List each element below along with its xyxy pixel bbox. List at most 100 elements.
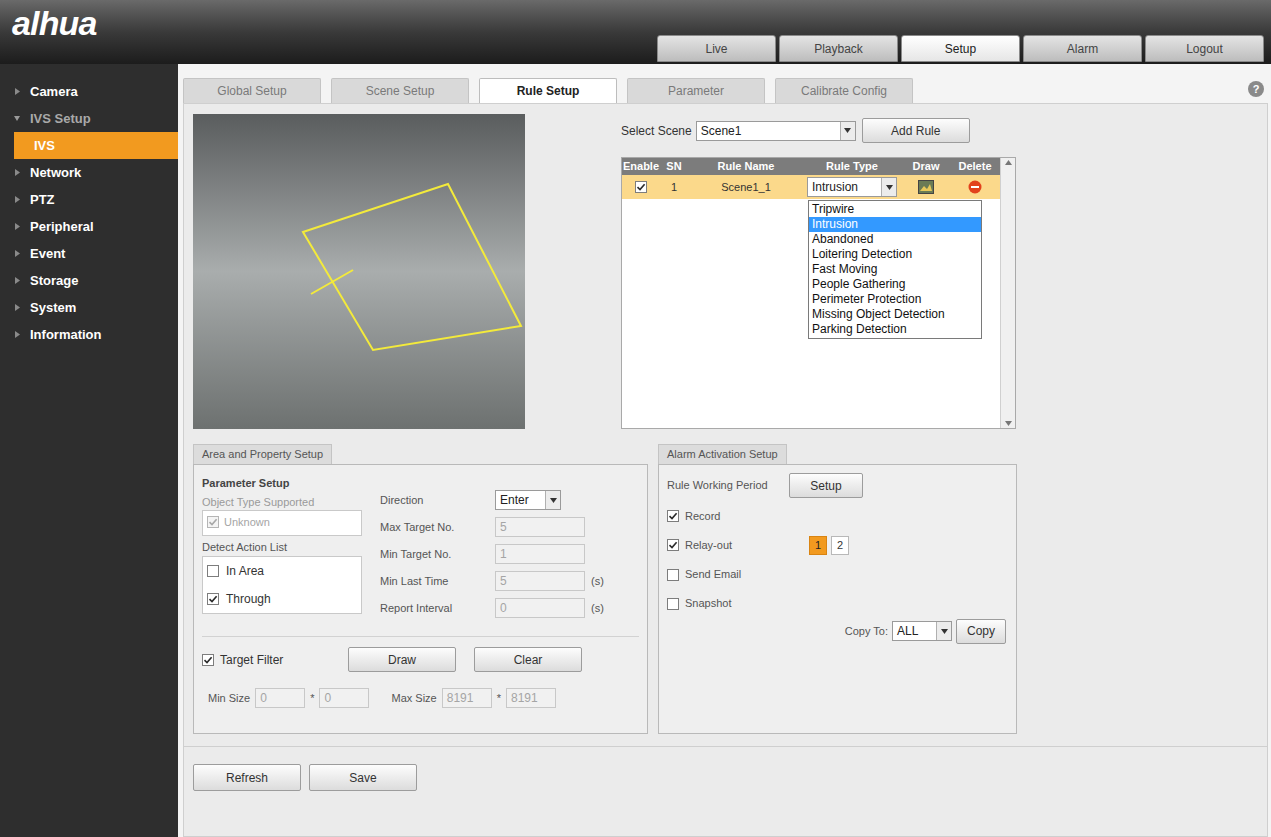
scene-row: Select SceneScene1Add Rule	[621, 117, 1016, 144]
table-row[interactable]: 1Scene1_1Intrusion	[622, 175, 1000, 199]
size-height-input: 8191	[506, 688, 556, 708]
alarm-option[interactable]: Record	[667, 507, 1008, 525]
param-field: Max Target No.5	[380, 517, 604, 537]
collapsed-icon	[14, 223, 24, 230]
direction-select[interactable]: Enter	[495, 490, 561, 510]
nav-tab[interactable]: Logout	[1145, 35, 1264, 62]
scroll-down-icon[interactable]	[1005, 421, 1012, 426]
target-filter[interactable]: Target Filter	[202, 651, 348, 669]
scene-select[interactable]: Scene1	[696, 121, 856, 141]
dropdown-arrow-icon	[881, 178, 896, 196]
add-rule-button[interactable]: Add Rule	[862, 118, 970, 143]
nav-tab[interactable]: Alarm	[1023, 35, 1142, 62]
scroll-up-icon[interactable]	[1005, 160, 1012, 165]
header: alhuaLivePlaybackSetupAlarmLogout	[0, 0, 1271, 64]
sub-tab[interactable]: Parameter	[627, 78, 765, 103]
sub-tabs: Global Setup Scene Setup Rule Setup Paramet…	[183, 78, 913, 103]
check-icon	[203, 655, 213, 665]
dropdown-arrow-icon	[936, 622, 951, 640]
nav-tab[interactable]: Setup	[901, 35, 1020, 62]
check-icon	[668, 511, 678, 521]
menu-option[interactable]: Perimeter Protection	[809, 292, 981, 307]
checkbox[interactable]	[635, 181, 647, 193]
nav-tab[interactable]: Playback	[779, 35, 898, 62]
sub-tab[interactable]: Global Setup	[183, 78, 321, 103]
scrollbar[interactable]	[1000, 158, 1015, 428]
relay-button[interactable]: 1	[809, 536, 827, 555]
menu-option[interactable]: Abandoned	[809, 232, 981, 247]
copy-button[interactable]: Copy	[956, 619, 1006, 644]
alarm-option[interactable]: Relay-out12	[667, 536, 1008, 555]
sidebar-item[interactable]: PTZ	[0, 186, 178, 213]
param-input: 1	[495, 544, 585, 564]
panel-tab: Alarm Activation Setup	[658, 444, 787, 464]
sidebar-item[interactable]: IVS Setup	[0, 105, 178, 132]
help-icon[interactable]: ?	[1248, 81, 1264, 97]
rule-type-select[interactable]: Intrusion	[807, 177, 897, 197]
rule-table: EnableSNRule NameRule TypeDrawDelete1Sce…	[621, 157, 1016, 429]
collapsed-icon	[14, 250, 24, 257]
relay-button[interactable]: 2	[831, 536, 849, 555]
action-option[interactable]: Through	[207, 590, 357, 608]
size-height-input: 0	[319, 688, 369, 708]
panel-tab: Area and Property Setup	[193, 444, 332, 464]
sidebar-item[interactable]: Camera	[0, 78, 178, 105]
action-option[interactable]: In Area	[207, 562, 357, 580]
copy-to-select[interactable]: ALL	[892, 621, 952, 641]
checkbox[interactable]	[667, 510, 679, 522]
footer: Refresh Save	[184, 746, 1267, 791]
sidebar-item[interactable]: System	[0, 294, 178, 321]
param-input: 0	[495, 598, 585, 618]
dropdown-arrow-icon	[840, 122, 855, 140]
table-header: EnableSNRule NameRule TypeDrawDelete	[622, 158, 1000, 175]
video-frame	[193, 114, 525, 429]
sidebar-item[interactable]: IVS	[14, 132, 178, 159]
top-nav: LivePlaybackSetupAlarmLogout	[657, 0, 1271, 64]
menu-option[interactable]: Loitering Detection	[809, 247, 981, 262]
sidebar-item[interactable]: Information	[0, 321, 178, 348]
size-width-input: 8191	[442, 688, 492, 708]
filter-button[interactable]: Clear	[474, 647, 582, 672]
period-setup-button[interactable]: Setup	[789, 473, 863, 498]
menu-option[interactable]: Intrusion	[809, 217, 981, 232]
menu-option[interactable]: Tripwire	[809, 202, 981, 217]
alarm-option[interactable]: Send Email	[667, 566, 1008, 584]
sidebar-item[interactable]: Network	[0, 159, 178, 186]
checkbox[interactable]	[207, 593, 219, 605]
size-width-input: 0	[255, 688, 305, 708]
collapsed-icon	[14, 331, 24, 338]
check-icon	[208, 594, 218, 604]
checkbox[interactable]	[667, 569, 679, 581]
checkbox[interactable]	[667, 539, 679, 551]
filter-button[interactable]: Draw	[348, 647, 456, 672]
menu-option[interactable]: Parking Detection	[809, 322, 981, 337]
footer-button[interactable]: Save	[309, 764, 417, 791]
menu-option[interactable]: Fast Moving	[809, 262, 981, 277]
menu-option[interactable]: Missing Object Detection	[809, 307, 981, 322]
sub-tab[interactable]: Scene Setup	[331, 78, 469, 103]
menu-option[interactable]: People Gathering	[809, 277, 981, 292]
check-icon	[208, 517, 218, 527]
sidebar-item[interactable]: Storage	[0, 267, 178, 294]
checkbox[interactable]	[667, 598, 679, 610]
checkbox[interactable]	[207, 565, 219, 577]
collapsed-icon	[14, 304, 24, 311]
alarm-panel: Rule Working PeriodSetupRecordRelay-out1…	[658, 464, 1017, 734]
param-input: 5	[495, 517, 585, 537]
sub-tab[interactable]: Calibrate Config	[775, 78, 913, 103]
action-list: In Area Through	[202, 556, 362, 614]
sub-tab[interactable]: Rule Setup	[479, 78, 617, 103]
size-field: Min Size0*0	[208, 688, 369, 708]
area-panel: Parameter SetupObject Type SupportedUnkn…	[193, 464, 648, 734]
sidebar: CameraIVS SetupIVSNetworkPTZPeripheralEv…	[0, 64, 178, 837]
draw-icon[interactable]	[918, 180, 934, 194]
sidebar-item[interactable]: Event	[0, 240, 178, 267]
sidebar-item[interactable]: Peripheral	[0, 213, 178, 240]
collapsed-icon	[14, 196, 24, 203]
collapsed-icon	[14, 88, 24, 95]
delete-icon[interactable]	[968, 180, 982, 194]
footer-button[interactable]: Refresh	[193, 764, 301, 791]
checkbox[interactable]	[202, 654, 214, 666]
alarm-option[interactable]: Snapshot	[667, 595, 1008, 613]
nav-tab[interactable]: Live	[657, 35, 776, 62]
